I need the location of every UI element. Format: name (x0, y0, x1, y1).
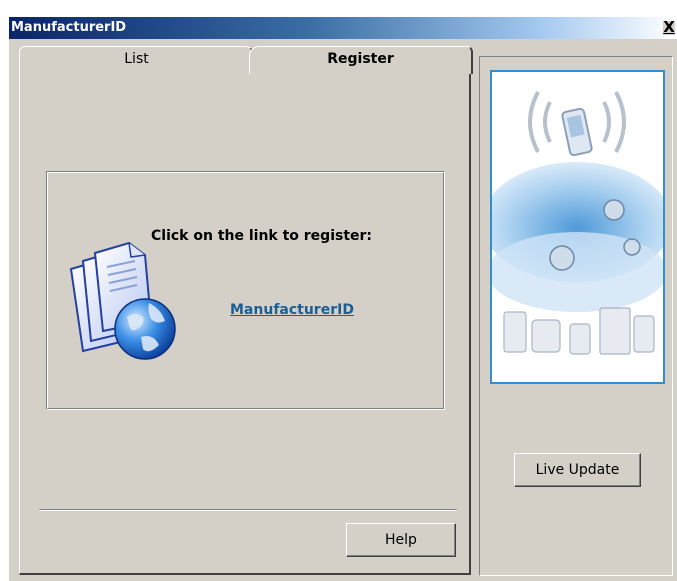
title-bar[interactable]: ManufacturerID X (9, 17, 677, 39)
manufacturerid-window: ManufacturerID X List Register Click on … (9, 17, 677, 581)
documents-globe-icon (69, 241, 176, 360)
separator-line (39, 509, 457, 511)
register-prompt: Click on the link to register: (151, 228, 373, 244)
window-title: ManufacturerID (11, 20, 127, 35)
close-button[interactable]: X (663, 20, 675, 35)
tab-list[interactable]: List (19, 46, 255, 72)
manufacturerid-register-link[interactable]: ManufacturerID (230, 302, 354, 318)
wireless-devices-banner (490, 70, 665, 384)
help-button[interactable]: Help (346, 523, 456, 557)
tab-register[interactable]: Register (249, 46, 473, 74)
live-update-button[interactable]: Live Update (514, 453, 641, 487)
